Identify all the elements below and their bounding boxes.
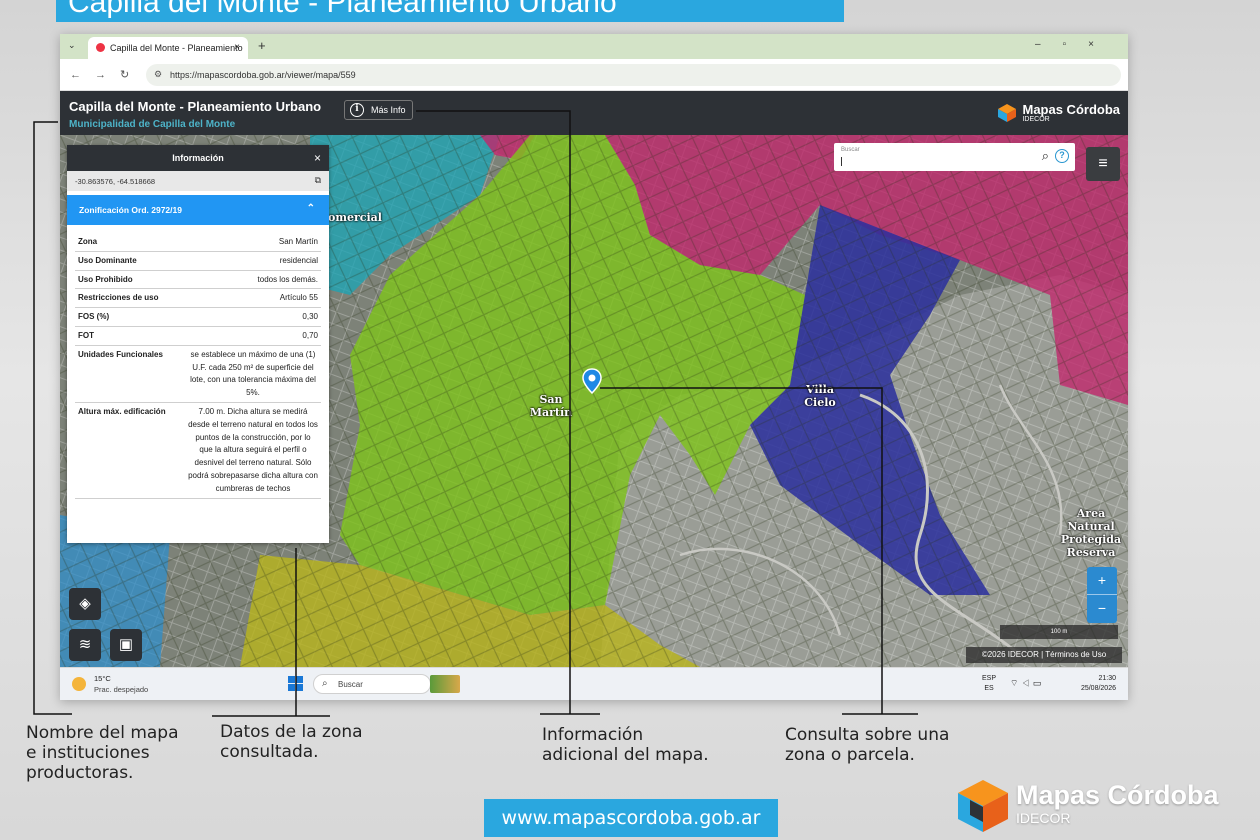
footer-brand-name: Mapas Córdoba bbox=[1016, 780, 1219, 810]
footer-url[interactable]: www.mapascordoba.gob.ar bbox=[484, 799, 778, 837]
annotation-map-name: Nombre del mapa e instituciones producto… bbox=[26, 723, 179, 783]
annotation-query: Consulta sobre una zona o parcela. bbox=[785, 725, 950, 765]
annotation-extra-info: Información adicional del mapa. bbox=[542, 725, 709, 765]
footer-brand-sub: IDECOR bbox=[1016, 810, 1071, 826]
callout-lines bbox=[33, 110, 918, 717]
annotation-zone-data: Datos de la zona consultada. bbox=[220, 722, 363, 762]
footer-brand-logo: Mapas Córdoba IDECOR bbox=[956, 778, 1219, 839]
footer-cube-icon bbox=[958, 780, 1008, 832]
